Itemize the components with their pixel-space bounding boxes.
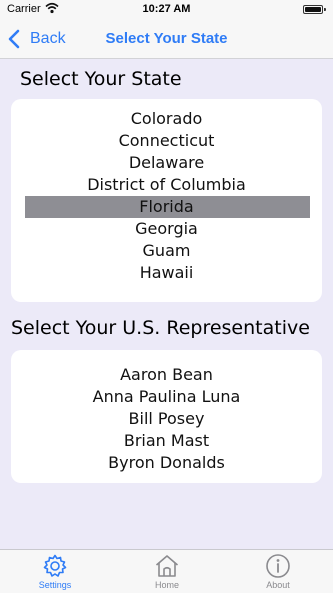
navigation-bar: Back Select Your State (0, 20, 333, 59)
home-icon (155, 555, 179, 577)
picker-row[interactable]: Delaware (11, 152, 322, 174)
status-bar: Carrier 10:27 AM (0, 0, 333, 20)
gear-icon (43, 554, 67, 577)
picker-row[interactable]: Anna Paulina Luna (11, 386, 322, 408)
info-icon (266, 554, 290, 578)
representative-section-title: Select Your U.S. Representative (11, 317, 310, 339)
picker-row-selected[interactable]: Florida (11, 196, 322, 218)
picker-row[interactable]: Byron Donalds (11, 452, 322, 474)
picker-row[interactable]: District of Columbia (11, 174, 322, 196)
battery-icon (303, 5, 323, 14)
representative-picker[interactable]: Aaron Bean Anna Paulina Luna Bill Posey Bri… (11, 350, 322, 483)
state-picker[interactable]: Colorado Connecticut Delaware District of C… (11, 99, 322, 302)
state-section-title: Select Your State (20, 68, 182, 90)
picker-row[interactable]: Aaron Bean (11, 364, 322, 386)
tab-about-label: About (266, 580, 290, 590)
tab-home[interactable]: Home (137, 553, 197, 593)
tab-settings-label: Settings (38, 580, 72, 590)
picker-row[interactable]: Hawaii (11, 262, 322, 284)
tab-home-label: Home (154, 580, 179, 590)
status-time: 10:27 AM (142, 3, 191, 15)
picker-row[interactable]: Bill Posey (11, 408, 322, 430)
picker-row[interactable]: Brian Mast (11, 430, 322, 452)
tab-about[interactable]: About (248, 553, 308, 593)
picker-row[interactable]: Connecticut (11, 130, 322, 152)
picker-row[interactable]: Guam (11, 240, 322, 262)
tab-bar: Settings Home About (0, 549, 333, 593)
battery-tip (324, 8, 326, 11)
page-title: Select Your State (105, 30, 228, 47)
picker-row[interactable]: Georgia (11, 218, 322, 240)
tab-settings[interactable]: Settings (25, 553, 85, 593)
picker-row[interactable]: Colorado (11, 108, 322, 130)
